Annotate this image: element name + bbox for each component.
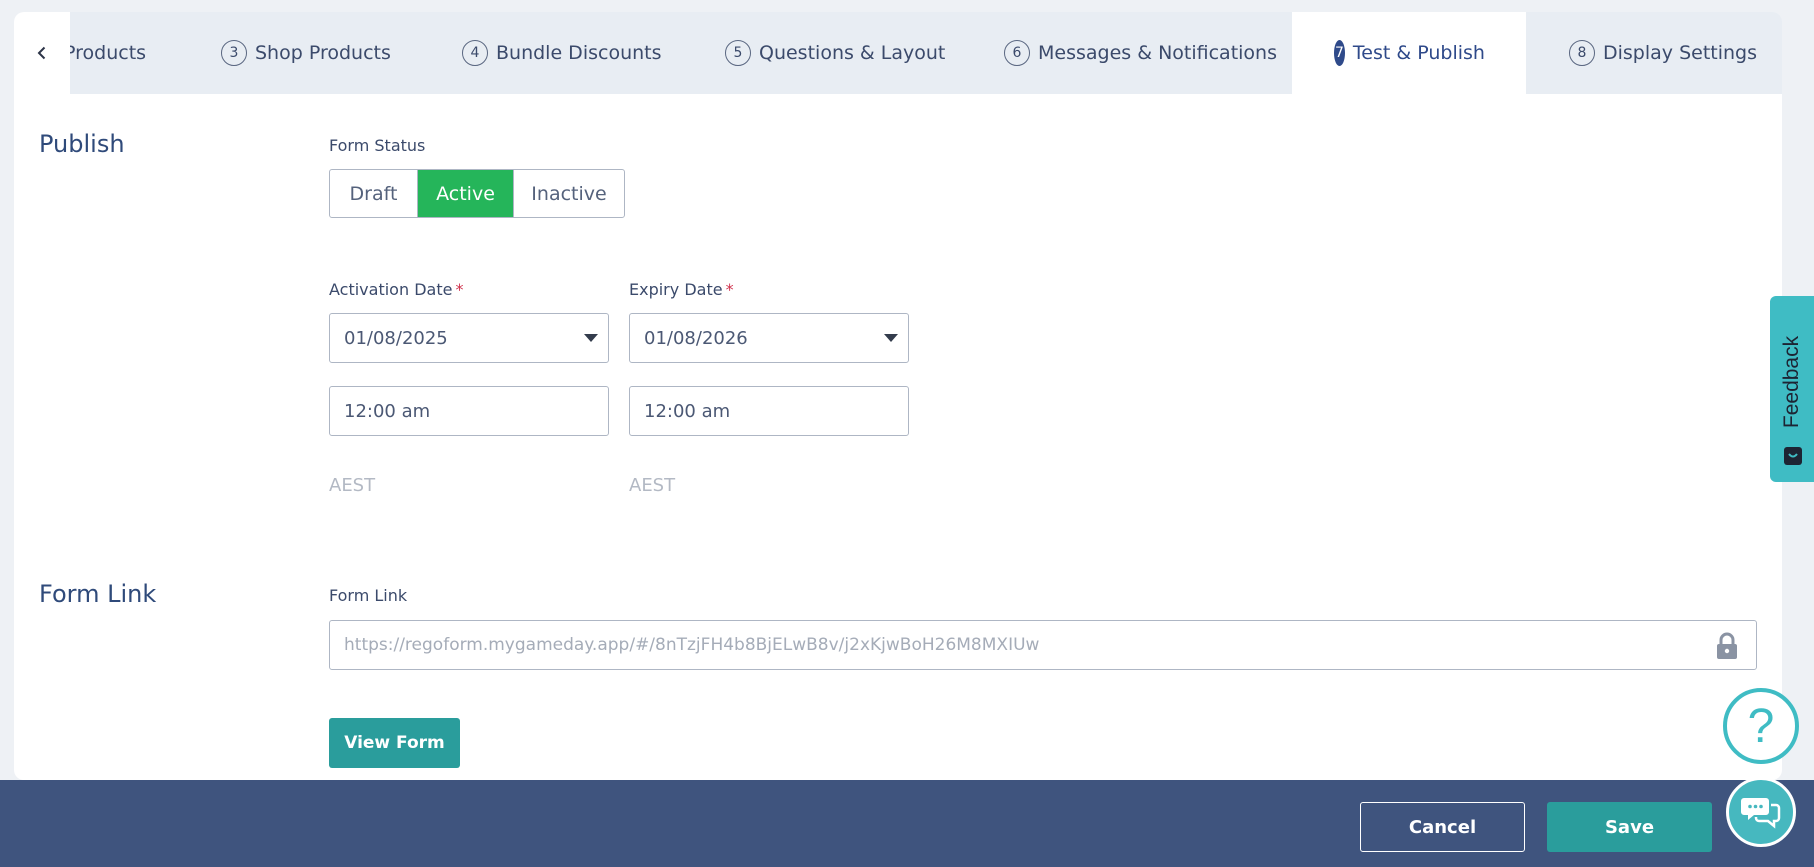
form-status-label: Form Status: [329, 136, 426, 155]
status-inactive-option[interactable]: Inactive: [513, 170, 624, 217]
tab-display-settings[interactable]: 8 Display Settings: [1569, 12, 1757, 94]
required-marker: *: [725, 280, 734, 299]
step-tabbar: Products 3 Shop Products 4 Bundle Discou…: [14, 12, 1782, 94]
step-number: 5: [725, 40, 751, 66]
chevron-down-icon: [884, 334, 898, 342]
status-active-option[interactable]: Active: [417, 170, 513, 217]
form-link-input[interactable]: https://regoform.mygameday.app/#/8nTzjFH…: [329, 620, 1757, 670]
tab-label: Questions & Layout: [759, 42, 946, 64]
tab-label: Messages & Notifications: [1038, 42, 1277, 64]
activation-date-select[interactable]: 01/08/2025: [329, 313, 609, 363]
cancel-button[interactable]: Cancel: [1360, 802, 1525, 852]
expiry-date-select[interactable]: 01/08/2026: [629, 313, 909, 363]
chat-icon: [1741, 798, 1781, 829]
tab-messages-notifications[interactable]: 6 Messages & Notifications: [1004, 12, 1277, 94]
step-number: 3: [221, 40, 247, 66]
activation-date-label: Activation Date *: [329, 280, 464, 299]
scroll-tabs-back-button[interactable]: [14, 12, 70, 94]
tab-bundle-discounts[interactable]: 4 Bundle Discounts: [462, 12, 662, 94]
expiry-timezone: AEST: [629, 475, 676, 496]
view-form-button[interactable]: View Form: [329, 718, 460, 768]
tab-label: Shop Products: [255, 42, 391, 64]
form-status-toggle: Draft Active Inactive: [329, 169, 625, 218]
step-number: 6: [1004, 40, 1030, 66]
activation-timezone: AEST: [329, 475, 376, 496]
tab-test-publish[interactable]: 7 Test & Publish: [1292, 12, 1526, 94]
expiry-date-label: Expiry Date *: [629, 280, 734, 299]
tab-label: Products: [64, 42, 147, 64]
help-button[interactable]: ?: [1723, 688, 1799, 764]
required-marker: *: [455, 280, 464, 299]
tab-questions-layout[interactable]: 5 Questions & Layout: [725, 12, 945, 94]
expiry-time-input[interactable]: 12:00 am: [629, 386, 909, 436]
tab-label: Display Settings: [1603, 42, 1758, 64]
chevron-down-icon: [584, 334, 598, 342]
step-number: 7: [1334, 40, 1345, 66]
activation-time-input[interactable]: 12:00 am: [329, 386, 609, 436]
feedback-label: Feedback: [1780, 335, 1804, 429]
feedback-icon: [1784, 447, 1802, 465]
chat-button[interactable]: [1726, 777, 1796, 847]
footer-bar: Cancel Save: [0, 780, 1814, 867]
help-icon: ?: [1747, 699, 1775, 753]
chevron-left-icon: [37, 46, 46, 60]
form-link-section-title: Form Link: [39, 580, 157, 608]
main-panel: Publish Form Status Draft Active Inactiv…: [14, 94, 1782, 780]
tab-shop-products[interactable]: 3 Shop Products: [221, 12, 391, 94]
tab-label: Bundle Discounts: [496, 42, 662, 64]
top-strip: [0, 0, 1814, 12]
tab-products[interactable]: Products: [64, 12, 146, 94]
feedback-tab[interactable]: Feedback: [1770, 296, 1814, 482]
step-number: 4: [462, 40, 488, 66]
publish-section-title: Publish: [39, 130, 125, 158]
step-number: 8: [1569, 40, 1595, 66]
form-link-label: Form Link: [329, 586, 408, 605]
tab-label: Test & Publish: [1352, 42, 1485, 64]
save-button[interactable]: Save: [1547, 802, 1712, 852]
status-draft-option[interactable]: Draft: [330, 170, 417, 217]
lock-icon: [1717, 632, 1737, 659]
